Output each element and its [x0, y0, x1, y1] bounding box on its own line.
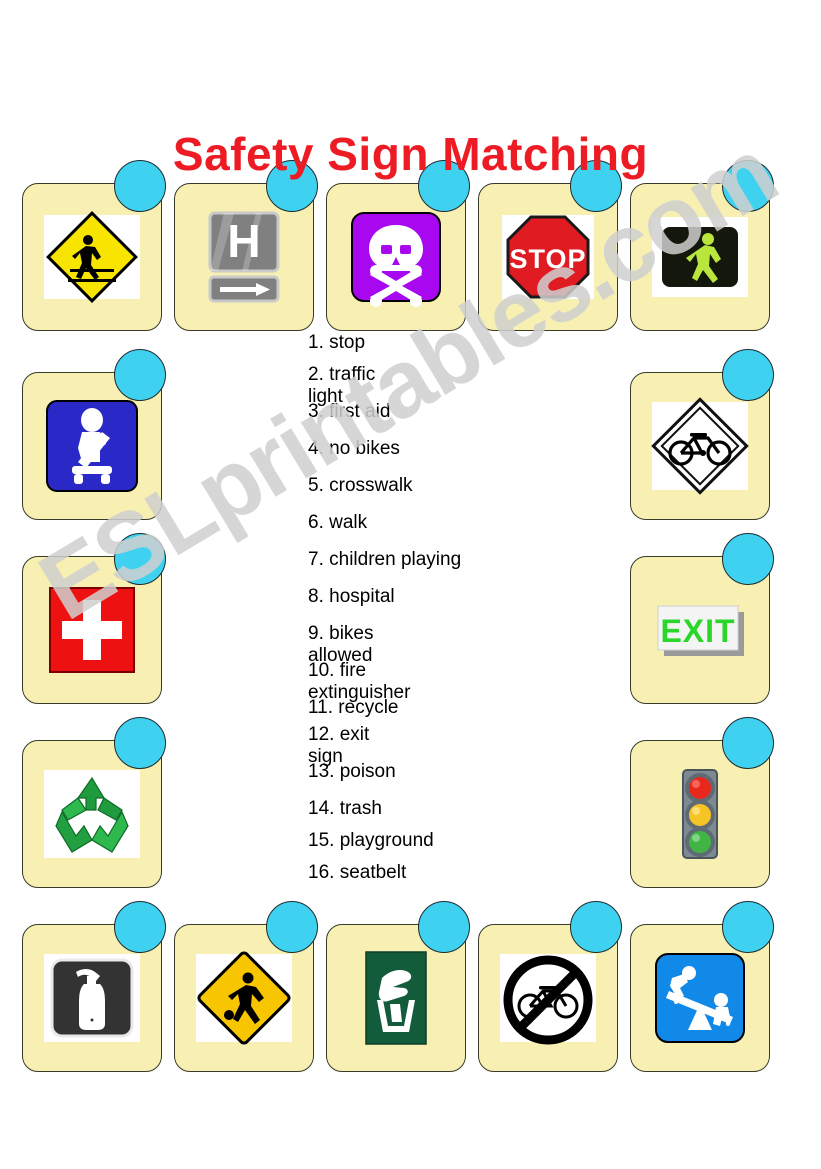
word-list-item-15: 15. playground	[308, 830, 434, 852]
word-num: 15.	[308, 830, 335, 851]
walk-signal-sign-icon	[648, 205, 752, 309]
word-num: 1.	[308, 332, 324, 353]
word-text: children playing	[329, 549, 462, 570]
stop-sign-text: STOP	[509, 244, 586, 274]
word-list-item-6: 6. walk	[308, 512, 367, 534]
word-list-item-11: 11. recycle	[308, 697, 398, 719]
answer-bubble-fire-extinguisher[interactable]	[114, 901, 166, 953]
word-text: hospital	[329, 586, 395, 607]
word-list-item-16: 16. seatbelt	[308, 862, 406, 884]
word-text: fire	[339, 660, 367, 681]
worksheet-page: ESLprintables.com Safety Sign Matching H…	[0, 0, 821, 1169]
word-text: crosswalk	[329, 475, 413, 496]
word-list-item-5: 5. crosswalk	[308, 475, 413, 497]
word-text: first aid	[329, 401, 391, 422]
word-num: 13.	[308, 761, 335, 782]
answer-bubble-children-playing[interactable]	[266, 901, 318, 953]
exit-sign-text: EXIT	[660, 613, 735, 649]
first-aid-sign-icon	[40, 578, 144, 682]
recycle-sign-icon	[40, 762, 144, 866]
word-list-item-7: 7. children playing	[308, 549, 461, 571]
word-num: 10.	[308, 660, 335, 681]
word-num: 3.	[308, 401, 324, 422]
word-num: 7.	[308, 549, 324, 570]
answer-bubble-exit[interactable]	[722, 533, 774, 585]
word-num: 14.	[308, 798, 335, 819]
answer-bubble-recycle[interactable]	[114, 717, 166, 769]
word-text: playground	[339, 830, 434, 851]
fire-extinguisher-sign-icon	[40, 946, 144, 1050]
traffic-light-sign-icon	[648, 762, 752, 866]
word-text: trash	[339, 798, 382, 819]
word-num: 2.	[308, 364, 324, 385]
word-text: stop	[329, 332, 366, 353]
word-num: 8.	[308, 586, 324, 607]
answer-bubble-playground[interactable]	[722, 901, 774, 953]
word-text: traffic	[329, 364, 376, 385]
word-list-item-8: 8. hospital	[308, 586, 395, 608]
word-list-item-1: 1. stop	[308, 332, 365, 354]
word-text: recycle	[338, 697, 399, 718]
playground-sign-icon	[648, 946, 752, 1050]
answer-bubble-trash[interactable]	[418, 901, 470, 953]
stop-sign-icon: STOP	[496, 205, 600, 309]
word-num: 4.	[308, 438, 324, 459]
answer-bubble-traffic-light[interactable]	[722, 717, 774, 769]
hospital-sign-icon: H	[192, 205, 296, 309]
word-num: 6.	[308, 512, 324, 533]
word-num: 11.	[308, 697, 334, 718]
answer-bubble-first-aid[interactable]	[114, 533, 166, 585]
word-num: 16.	[308, 862, 335, 883]
word-list-item-14: 14. trash	[308, 798, 382, 820]
word-list-item-13: 13. poison	[308, 761, 396, 783]
no-bikes-sign-icon	[496, 946, 600, 1050]
children-playing-sign-icon	[192, 946, 296, 1050]
word-text: walk	[329, 512, 368, 533]
word-text: bikes	[329, 623, 374, 644]
seatbelt-sign-icon	[40, 394, 144, 498]
exit-sign-icon: EXIT	[648, 578, 752, 682]
word-list-item-3: 3. first aid	[308, 401, 390, 423]
answer-bubble-bikes-allowed[interactable]	[722, 349, 774, 401]
word-num: 12.	[308, 724, 335, 745]
poison-sign-icon	[344, 205, 448, 309]
word-list-item-4: 4. no bikes	[308, 438, 400, 460]
word-num: 5.	[308, 475, 324, 496]
word-text: poison	[339, 761, 396, 782]
page-title: Safety Sign Matching	[172, 127, 649, 180]
word-text: exit	[339, 724, 370, 745]
bikes-allowed-sign-icon	[648, 394, 752, 498]
word-text: seatbelt	[339, 862, 407, 883]
answer-bubble-seatbelt[interactable]	[114, 349, 166, 401]
trash-sign-icon	[344, 946, 448, 1050]
word-num: 9.	[308, 623, 324, 644]
crosswalk-sign-icon	[40, 205, 144, 309]
word-text: no bikes	[329, 438, 400, 459]
answer-bubble-no-bikes[interactable]	[570, 901, 622, 953]
